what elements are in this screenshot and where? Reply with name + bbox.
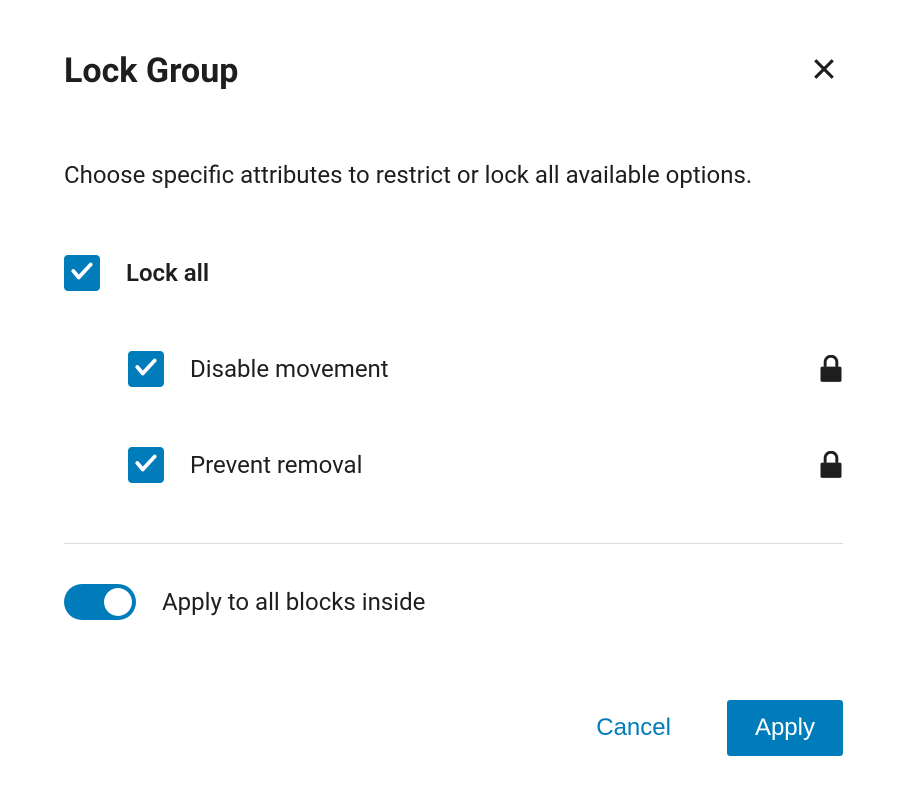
apply-button[interactable]: Apply [727,700,843,756]
apply-all-label: Apply to all blocks inside [162,588,425,616]
lock-all-checkbox[interactable] [64,255,100,291]
apply-all-toggle-row: Apply to all blocks inside [64,584,843,620]
apply-all-toggle[interactable] [64,584,136,620]
prevent-removal-label: Prevent removal [190,451,362,479]
check-icon [69,258,95,288]
lock-icon [819,451,843,479]
modal-footer: Cancel Apply [64,700,843,756]
disable-movement-option: Disable movement [64,351,843,387]
modal-title: Lock Group [64,51,238,91]
check-icon [133,450,159,480]
disable-movement-checkbox[interactable] [128,351,164,387]
modal-header: Lock Group [64,50,843,91]
cancel-button[interactable]: Cancel [568,700,699,756]
disable-movement-label: Disable movement [190,355,389,383]
prevent-removal-checkbox[interactable] [128,447,164,483]
lock-all-option: Lock all [64,255,843,291]
prevent-removal-option: Prevent removal [64,447,843,483]
lock-all-label: Lock all [126,259,209,287]
check-icon [133,354,159,384]
close-button[interactable] [805,50,843,91]
close-icon [809,54,839,87]
lock-group-modal: Lock Group Choose specific attributes to… [0,0,907,801]
toggle-knob [104,588,132,616]
modal-description: Choose specific attributes to restrict o… [64,159,843,193]
divider [64,543,843,544]
lock-icon [819,355,843,383]
